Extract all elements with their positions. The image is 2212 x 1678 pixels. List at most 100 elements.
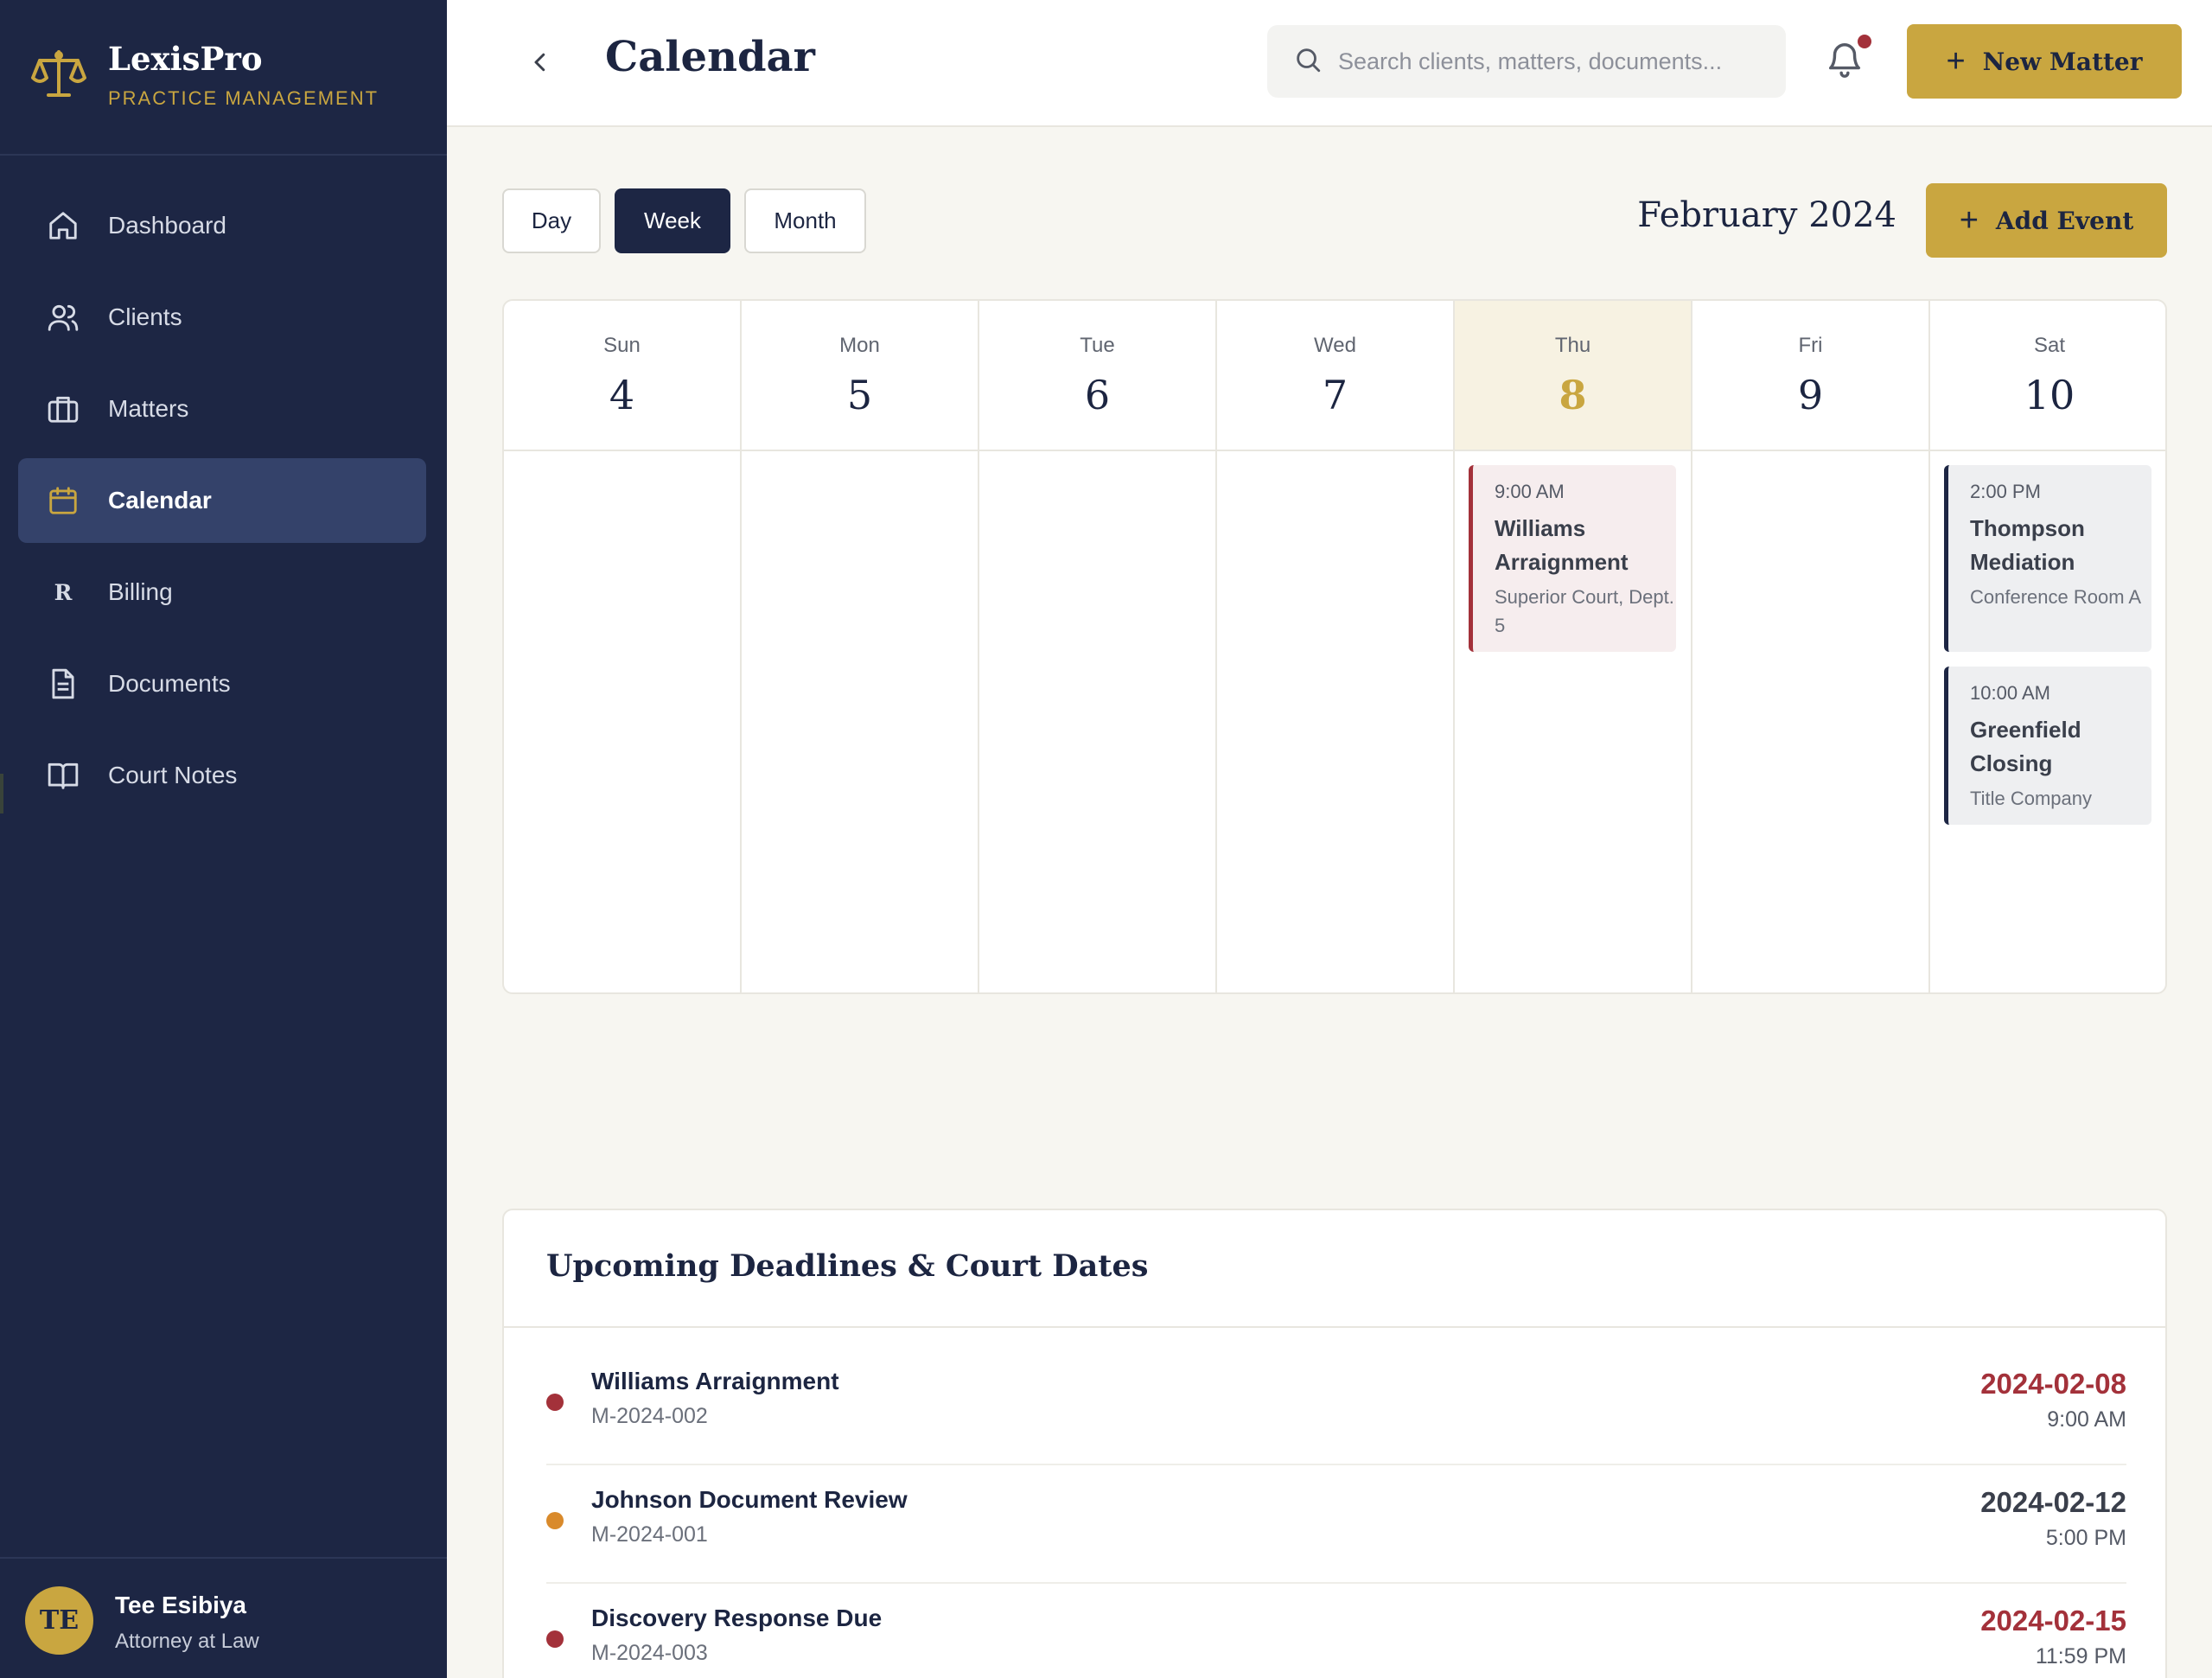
panel-title: Upcoming Deadlines & Court Dates	[546, 1248, 1149, 1284]
scales-of-justice-icon	[31, 47, 86, 102]
view-day-button[interactable]: Day	[502, 188, 601, 253]
calendar-event[interactable]: 10:00 AM Greenfield Closing Title Compan…	[1944, 667, 2151, 825]
deadline-date: 2024-02-12	[1980, 1486, 2126, 1518]
deadline-item[interactable]: Williams Arraignment M-2024-002 2024-02-…	[546, 1347, 2126, 1465]
deadline-matter-id: M-2024-003	[591, 1641, 708, 1665]
day-number: 4	[609, 372, 635, 418]
view-month-button[interactable]: Month	[744, 188, 866, 253]
calendar-event[interactable]: 2:00 PM Thompson Mediation Conference Ro…	[1944, 465, 2151, 652]
current-month-label: February 2024	[1637, 195, 1896, 235]
new-matter-label: New Matter	[1982, 47, 2143, 76]
event-time: 9:00 AM	[1495, 481, 1565, 502]
billing-glyph: R	[54, 579, 73, 605]
sidebar-item-label: Court Notes	[108, 762, 238, 788]
day-name: Thu	[1554, 334, 1591, 357]
day-header: Wed 7	[1217, 301, 1453, 451]
event-time: 10:00 AM	[1970, 682, 2050, 704]
sidebar-item-documents[interactable]: Documents	[18, 641, 426, 726]
deadline-date: 2024-02-15	[1980, 1605, 2126, 1637]
deadline-name: Discovery Response Due	[591, 1605, 883, 1631]
search-box[interactable]	[1267, 25, 1786, 98]
users-icon	[46, 300, 80, 335]
day-number: 8	[1559, 372, 1587, 418]
deadline-matter-id: M-2024-002	[591, 1404, 708, 1428]
day-column-tue[interactable]: Tue 6	[979, 301, 1217, 992]
day-column-thu[interactable]: Thu 8 9:00 AM Williams Arraignment Super…	[1455, 301, 1692, 992]
calendar-icon	[46, 483, 80, 518]
billing-r-icon: R	[46, 575, 80, 609]
day-column-sun[interactable]: Sun 4	[504, 301, 742, 992]
deadline-time: 11:59 PM	[2035, 1644, 2126, 1668]
event-title: Thompson Mediation	[1970, 515, 2085, 575]
briefcase-icon	[46, 392, 80, 426]
day-number: 5	[846, 372, 873, 418]
sidebar-item-label: Calendar	[108, 487, 212, 514]
event-location: Superior Court, Dept. 5	[1495, 586, 1674, 636]
event-title: Williams Arraignment	[1495, 515, 1629, 575]
day-column-sat[interactable]: Sat 10 2:00 PM Thompson Mediation Confer…	[1930, 301, 2165, 992]
sidebar-item-calendar[interactable]: Calendar	[18, 458, 426, 543]
add-event-button[interactable]: + Add Event	[1926, 183, 2167, 258]
sidebar-item-clients[interactable]: Clients	[18, 275, 426, 360]
view-week-button[interactable]: Week	[615, 188, 730, 253]
event-location: Conference Room A	[1970, 586, 2142, 608]
day-name: Fri	[1798, 334, 1823, 357]
day-number: 9	[1797, 372, 1824, 418]
sidebar-item-label: Documents	[108, 670, 231, 697]
user-profile[interactable]: TE Tee Esibiya Attorney at Law	[0, 1557, 447, 1678]
sidebar-item-dashboard[interactable]: Dashboard	[18, 183, 426, 268]
sidebar-item-matters[interactable]: Matters	[18, 367, 426, 451]
day-header: Mon 5	[742, 301, 978, 451]
sidebar-item-court-notes[interactable]: Court Notes	[18, 733, 426, 818]
sidebar-item-billing[interactable]: R Billing	[18, 550, 426, 635]
add-event-label: Add Event	[1995, 206, 2134, 235]
deadline-item[interactable]: Discovery Response Due M-2024-003 2024-0…	[546, 1584, 2126, 1678]
day-number: 6	[1084, 372, 1111, 418]
new-matter-button[interactable]: + New Matter	[1907, 24, 2182, 99]
day-column-wed[interactable]: Wed 7	[1217, 301, 1455, 992]
plus-icon: +	[1959, 202, 1979, 239]
week-calendar: Sun 4 Mon 5 Tue 6 Wed 7 Thu 8 9:00 AM Wi…	[502, 299, 2167, 994]
status-dot	[546, 1394, 564, 1411]
panel-header: Upcoming Deadlines & Court Dates	[504, 1210, 2165, 1328]
home-icon	[46, 208, 80, 243]
day-column-fri[interactable]: Fri 9	[1692, 301, 1930, 992]
deadline-time: 9:00 AM	[2047, 1407, 2126, 1432]
back-button[interactable]	[521, 43, 559, 81]
day-header: Sat 10	[1930, 301, 2165, 451]
search-icon	[1293, 45, 1323, 79]
brand-subtitle: PRACTICE MANAGEMENT	[108, 87, 379, 109]
avatar: TE	[25, 1586, 93, 1655]
sidebar-nav: Dashboard Clients Matters Calendar R Bil…	[18, 183, 426, 825]
event-location: Title Company	[1970, 788, 2093, 809]
deadline-name: Williams Arraignment	[591, 1368, 839, 1394]
sidebar-item-label: Clients	[108, 303, 182, 330]
day-name: Tue	[1080, 334, 1115, 357]
calendar-event[interactable]: 9:00 AM Williams Arraignment Superior Co…	[1469, 465, 1676, 652]
sidebar-resize-handle[interactable]	[0, 774, 3, 813]
day-number: 10	[2024, 372, 2075, 418]
deadline-time: 5:00 PM	[2045, 1526, 2126, 1550]
chevron-left-icon	[534, 53, 545, 72]
deadline-name: Johnson Document Review	[591, 1486, 908, 1513]
day-column-mon[interactable]: Mon 5	[742, 301, 979, 992]
deadline-item[interactable]: Johnson Document Review M-2024-001 2024-…	[546, 1465, 2126, 1584]
sidebar-item-label: Billing	[108, 578, 173, 605]
plus-icon: +	[1946, 43, 1966, 80]
deadline-matter-id: M-2024-001	[591, 1522, 708, 1547]
sidebar-item-label: Matters	[108, 395, 189, 422]
status-dot	[546, 1512, 564, 1529]
day-name: Wed	[1314, 334, 1356, 357]
user-role: Attorney at Law	[115, 1630, 259, 1653]
sidebar-item-label: Dashboard	[108, 212, 226, 239]
day-name: Sun	[603, 334, 641, 357]
search-input[interactable]	[1338, 48, 1770, 75]
deadline-date: 2024-02-08	[1980, 1368, 2126, 1400]
day-name: Mon	[839, 334, 880, 357]
day-header: Sun 4	[504, 301, 740, 451]
sidebar: LexisPro PRACTICE MANAGEMENT Dashboard C…	[0, 0, 447, 1678]
day-name: Sat	[2033, 334, 2066, 357]
day-header: Tue 6	[979, 301, 1215, 451]
brand-header: LexisPro PRACTICE MANAGEMENT	[0, 0, 447, 156]
status-dot	[546, 1630, 564, 1648]
